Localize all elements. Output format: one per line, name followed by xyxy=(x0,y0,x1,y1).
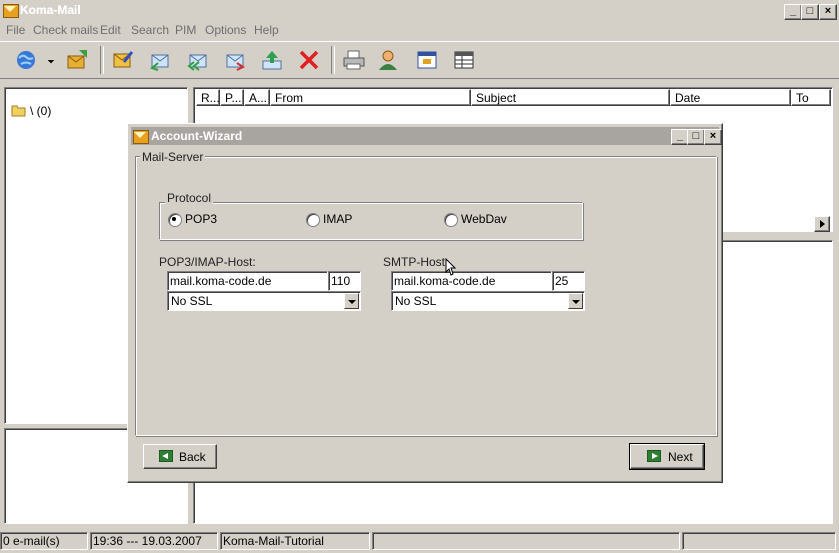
new-mail-button[interactable] xyxy=(109,47,137,73)
status-account: Koma-Mail-Tutorial xyxy=(220,532,370,550)
minimize-button[interactable]: _ xyxy=(784,4,802,20)
column-attachment[interactable]: A... xyxy=(244,89,270,106)
globe-icon xyxy=(17,51,35,69)
menu-help[interactable]: Help xyxy=(254,23,279,37)
menu-options[interactable]: Options xyxy=(205,23,246,37)
incoming-host-input[interactable]: mail.koma-code.de xyxy=(167,271,328,291)
protocol-group-label: Protocol xyxy=(165,191,214,205)
app-icon xyxy=(3,4,19,18)
get-mail-button[interactable] xyxy=(63,47,91,73)
table-icon xyxy=(454,51,474,69)
dialog-close-button[interactable]: × xyxy=(704,129,722,145)
status-count: 0 e-mail(s) xyxy=(0,532,88,550)
arrow-left-icon xyxy=(159,450,173,462)
print-button[interactable] xyxy=(340,47,368,73)
dialog-title-bar: Account-Wizard _ □ × xyxy=(131,127,722,145)
back-button[interactable]: Back xyxy=(143,444,217,469)
menu-file[interactable]: File xyxy=(6,23,25,37)
column-from[interactable]: From xyxy=(270,89,471,106)
folder-icon xyxy=(11,105,26,117)
next-button[interactable]: Next xyxy=(629,443,705,470)
upload-icon xyxy=(262,51,282,70)
status-empty xyxy=(372,532,680,550)
incoming-ssl-value: No SSL xyxy=(171,294,213,308)
menu-check-mails[interactable]: Check mails xyxy=(33,23,98,37)
forward-button[interactable] xyxy=(221,47,249,73)
table-button[interactable] xyxy=(450,47,478,73)
send-button[interactable] xyxy=(258,47,286,73)
mouse-cursor-icon xyxy=(445,258,457,276)
globe-button[interactable] xyxy=(12,47,40,73)
scroll-right-button[interactable] xyxy=(814,216,830,232)
mail-server-group-label: Mail-Server xyxy=(140,150,206,164)
contacts-button[interactable] xyxy=(374,47,402,73)
status-datetime: 19:36 --- 19.03.2007 xyxy=(90,532,218,550)
toolbar xyxy=(0,41,839,79)
toolbar-separator xyxy=(100,46,104,74)
forward-icon xyxy=(226,54,245,71)
imap-label[interactable]: IMAP xyxy=(323,212,352,226)
new-mail-icon xyxy=(113,51,134,68)
get-mail-icon xyxy=(67,50,87,69)
pop3-radio[interactable] xyxy=(168,213,182,227)
delete-button[interactable] xyxy=(295,47,323,73)
column-subject[interactable]: Subject xyxy=(471,89,670,106)
window-icon xyxy=(417,51,437,69)
chevron-down-icon xyxy=(47,60,55,64)
smtp-host-input[interactable]: mail.koma-code.de xyxy=(391,271,552,291)
toolbar-separator xyxy=(331,46,335,74)
status-bar: 0 e-mail(s) 19:36 --- 19.03.2007 Koma-Ma… xyxy=(0,530,839,553)
reply-button[interactable] xyxy=(146,47,174,73)
next-label: Next xyxy=(668,450,693,464)
reply-icon xyxy=(149,54,169,71)
globe-dropdown[interactable] xyxy=(44,47,56,73)
imap-radio[interactable] xyxy=(306,213,320,227)
print-icon xyxy=(343,50,365,70)
back-label: Back xyxy=(179,450,206,464)
smtp-ssl-value: No SSL xyxy=(395,294,437,308)
reply-all-icon xyxy=(187,54,207,71)
delete-icon xyxy=(299,50,319,70)
column-read[interactable]: R... xyxy=(196,89,220,106)
close-button[interactable]: × xyxy=(819,4,837,20)
menu-bar: File Check mails Edit Search PIM Options… xyxy=(0,21,839,40)
smtp-ssl-select[interactable]: No SSL xyxy=(391,291,585,311)
smtp-host-label: SMTP-Host: xyxy=(383,255,449,269)
dialog-maximize-button[interactable]: □ xyxy=(687,129,705,145)
arrow-right-icon xyxy=(647,450,661,462)
chevron-down-icon[interactable] xyxy=(344,293,359,309)
dialog-title: Account-Wizard xyxy=(151,129,243,143)
window-title: Koma-Mail xyxy=(20,3,81,17)
column-to[interactable]: To xyxy=(791,89,831,106)
dialog-icon xyxy=(133,130,149,144)
webdav-label[interactable]: WebDav xyxy=(461,212,507,226)
menu-edit[interactable]: Edit xyxy=(100,23,121,37)
incoming-host-label: POP3/IMAP-Host: xyxy=(159,255,256,269)
chevron-down-icon[interactable] xyxy=(568,293,583,309)
column-priority[interactable]: P... xyxy=(220,89,244,106)
account-wizard-dialog: Account-Wizard _ □ × Mail-Server Protoco… xyxy=(127,123,723,483)
incoming-port-input[interactable]: 110 xyxy=(328,271,361,291)
menu-pim[interactable]: PIM xyxy=(175,23,196,37)
incoming-ssl-select[interactable]: No SSL xyxy=(167,291,361,311)
window-button[interactable] xyxy=(413,47,441,73)
reply-all-button[interactable] xyxy=(184,47,212,73)
status-empty xyxy=(682,532,836,550)
title-bar: Koma-Mail _ □ × xyxy=(0,0,839,21)
menu-search[interactable]: Search xyxy=(131,23,169,37)
protocol-group xyxy=(159,202,583,240)
pop3-label[interactable]: POP3 xyxy=(185,212,217,226)
webdav-radio[interactable] xyxy=(444,213,458,227)
maximize-button[interactable]: □ xyxy=(801,4,819,20)
folder-root[interactable]: \ (0) xyxy=(30,104,51,118)
smtp-port-input[interactable]: 25 xyxy=(552,271,585,291)
column-date[interactable]: Date xyxy=(670,89,791,106)
contacts-icon xyxy=(379,50,397,70)
